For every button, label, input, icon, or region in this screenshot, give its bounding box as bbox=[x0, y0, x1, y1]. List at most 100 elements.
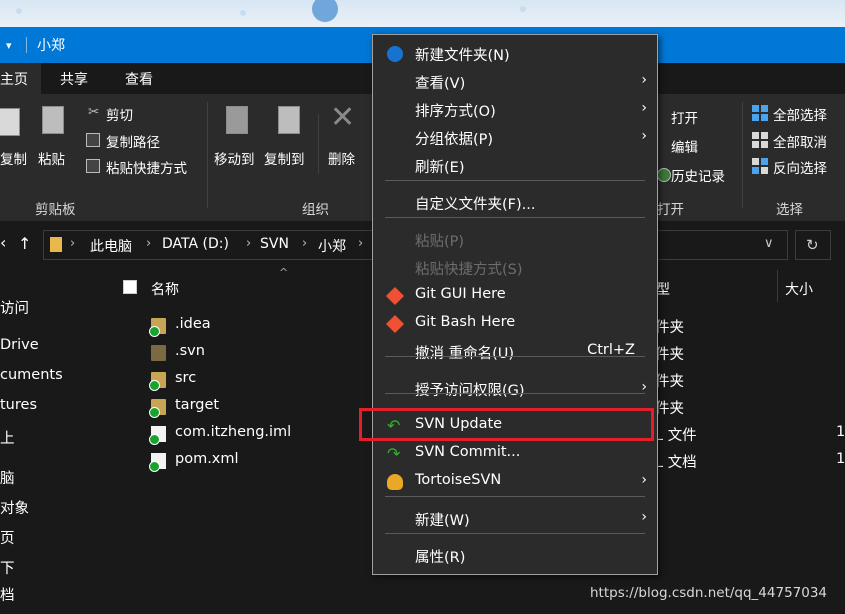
move-to-icon bbox=[226, 106, 248, 134]
svn-commit-icon: ↷ bbox=[387, 444, 401, 463]
menu-item[interactable]: 属性(R) bbox=[373, 542, 657, 570]
git-gui-icon bbox=[385, 286, 405, 306]
column-header-name[interactable]: 名称 bbox=[151, 279, 179, 299]
menu-item[interactable]: ↷ SVN Commit... bbox=[373, 440, 657, 468]
delete-button[interactable]: 删除 bbox=[328, 148, 355, 168]
breadcrumb-drive[interactable]: DATA (D:) bbox=[162, 236, 229, 252]
file-type: 件夹 bbox=[655, 374, 684, 390]
file-name: .idea bbox=[175, 316, 211, 332]
menu-item[interactable]: 分组依据(P) › bbox=[373, 124, 657, 152]
menu-item-label: 授予访问权限(G) bbox=[415, 383, 525, 399]
breadcrumb-svn[interactable]: SVN bbox=[260, 236, 289, 252]
cut-button[interactable]: 剪切 bbox=[106, 104, 133, 124]
nav-item[interactable]: 上 bbox=[0, 427, 15, 448]
refresh-button[interactable]: ↻ bbox=[795, 230, 831, 260]
open-button[interactable]: 打开 bbox=[671, 107, 698, 127]
copy-to-button[interactable]: 复制到 bbox=[264, 148, 305, 168]
menu-item[interactable]: Git Bash Here bbox=[373, 310, 657, 338]
file-type: 件夹 bbox=[655, 347, 684, 363]
copy-path-button[interactable]: 复制路径 bbox=[106, 131, 160, 151]
window-title: 小郑 bbox=[37, 38, 65, 54]
menu-item[interactable]: Git GUI Here bbox=[373, 282, 657, 310]
menu-item[interactable]: 排序方式(O) › bbox=[373, 96, 657, 124]
paste-shortcut-button[interactable]: 粘贴快捷方式 bbox=[106, 157, 187, 177]
menu-item[interactable]: TortoiseSVN › bbox=[373, 468, 657, 496]
menu-item[interactable]: 授予访问权限(G) › bbox=[373, 375, 657, 403]
svn-status-check-icon bbox=[149, 407, 160, 418]
navigation-pane bbox=[0, 267, 106, 614]
context-menu: 新建文件夹(N) 查看(V) › 排序方式(O) › 分组依据(P) › 刷新(E) 自定义文件… bbox=[372, 34, 658, 575]
group-label-open: 打开 bbox=[657, 202, 684, 218]
file-name: .svn bbox=[175, 343, 205, 359]
highlight-box bbox=[359, 408, 654, 441]
tab-share[interactable]: 共享 bbox=[60, 69, 88, 89]
menu-item: 粘贴(P) bbox=[373, 226, 657, 254]
copy-path-icon bbox=[86, 133, 100, 147]
menu-item-label: 自定义文件夹(F)... bbox=[415, 197, 536, 213]
sort-up-icon: ^ bbox=[279, 266, 289, 279]
column-header-type[interactable]: 型 bbox=[656, 279, 670, 299]
history-button[interactable]: 历史记录 bbox=[671, 165, 725, 185]
edit-button[interactable]: 编辑 bbox=[671, 136, 698, 156]
select-none-button[interactable]: 全部取消 bbox=[773, 131, 827, 151]
tab-home[interactable]: 主页 bbox=[0, 63, 41, 94]
menu-item-label: 撤消 重命名(U) bbox=[415, 346, 515, 362]
menu-item-label: 粘贴快捷方式(S) bbox=[415, 262, 523, 278]
menu-item-label: 分组依据(P) bbox=[415, 132, 494, 148]
paste-button[interactable]: 粘贴 bbox=[38, 148, 65, 168]
menu-item-label: 排序方式(O) bbox=[415, 104, 496, 120]
menu-item[interactable]: 自定义文件夹(F)... bbox=[373, 189, 657, 217]
menu-separator bbox=[385, 496, 645, 497]
divider bbox=[207, 102, 208, 208]
group-label-select: 选择 bbox=[776, 202, 803, 218]
menu-item[interactable]: 刷新(E) bbox=[373, 152, 657, 180]
chevron-right-icon: › bbox=[358, 236, 364, 251]
select-all-checkbox[interactable] bbox=[123, 280, 137, 294]
folder-icon bbox=[149, 372, 166, 391]
menu-item-label: 新建(W) bbox=[415, 513, 470, 529]
nav-item[interactable]: 下 bbox=[0, 557, 15, 578]
file-type: 件夹 bbox=[655, 401, 684, 417]
desktop-decoration bbox=[240, 10, 246, 16]
column-header-size[interactable]: 大小 bbox=[785, 279, 813, 299]
copy-button[interactable]: 复制 bbox=[0, 148, 27, 168]
folder-icon bbox=[149, 399, 166, 418]
menu-item-label: 粘贴(P) bbox=[415, 234, 465, 250]
column-divider[interactable] bbox=[777, 270, 778, 302]
menu-separator bbox=[385, 393, 645, 394]
chevron-right-icon: › bbox=[146, 236, 152, 251]
invert-selection-button[interactable]: 反向选择 bbox=[773, 157, 827, 177]
file-icon bbox=[149, 453, 166, 472]
menu-item[interactable]: 撤消 重命名(U) Ctrl+Z bbox=[373, 338, 657, 366]
tab-view[interactable]: 查看 bbox=[125, 69, 153, 89]
group-label-clipboard: 剪贴板 bbox=[35, 202, 76, 218]
file-name: src bbox=[175, 370, 197, 386]
nav-item[interactable]: Drive bbox=[0, 337, 39, 353]
up-arrow-icon[interactable]: ↑ bbox=[18, 234, 31, 253]
svn-status-check-icon bbox=[149, 380, 160, 391]
breadcrumb-folder[interactable]: 小郑 bbox=[318, 236, 346, 256]
address-dropdown-icon[interactable]: ∨ bbox=[764, 236, 774, 251]
nav-item[interactable]: cuments bbox=[0, 367, 63, 383]
menu-item-label: 属性(R) bbox=[415, 550, 466, 566]
move-to-button[interactable]: 移动到 bbox=[214, 148, 255, 168]
quick-access-dropdown[interactable]: ▾ bbox=[6, 39, 12, 52]
menu-item[interactable]: 新建文件夹(N) bbox=[373, 40, 657, 68]
history-icon bbox=[657, 168, 671, 182]
svn-status-check-icon bbox=[149, 326, 160, 337]
back-arrow-icon[interactable]: ‹ bbox=[0, 233, 6, 252]
menu-item[interactable]: 查看(V) › bbox=[373, 68, 657, 96]
nav-item[interactable]: 档 bbox=[0, 584, 15, 605]
breadcrumb-this-pc[interactable]: 此电脑 bbox=[90, 236, 132, 256]
folder-icon bbox=[151, 345, 166, 361]
nav-item[interactable]: tures bbox=[0, 397, 37, 413]
nav-item[interactable]: 访问 bbox=[0, 297, 29, 318]
select-all-button[interactable]: 全部选择 bbox=[773, 104, 827, 124]
tortoisesvn-icon bbox=[387, 474, 403, 490]
chevron-right-icon: › bbox=[302, 236, 308, 251]
menu-item[interactable]: 新建(W) › bbox=[373, 505, 657, 533]
nav-item[interactable]: 对象 bbox=[0, 497, 29, 518]
nav-item[interactable]: 脑 bbox=[0, 467, 15, 488]
file-name: com.itzheng.iml bbox=[175, 424, 292, 440]
nav-item[interactable]: 页 bbox=[0, 527, 15, 548]
